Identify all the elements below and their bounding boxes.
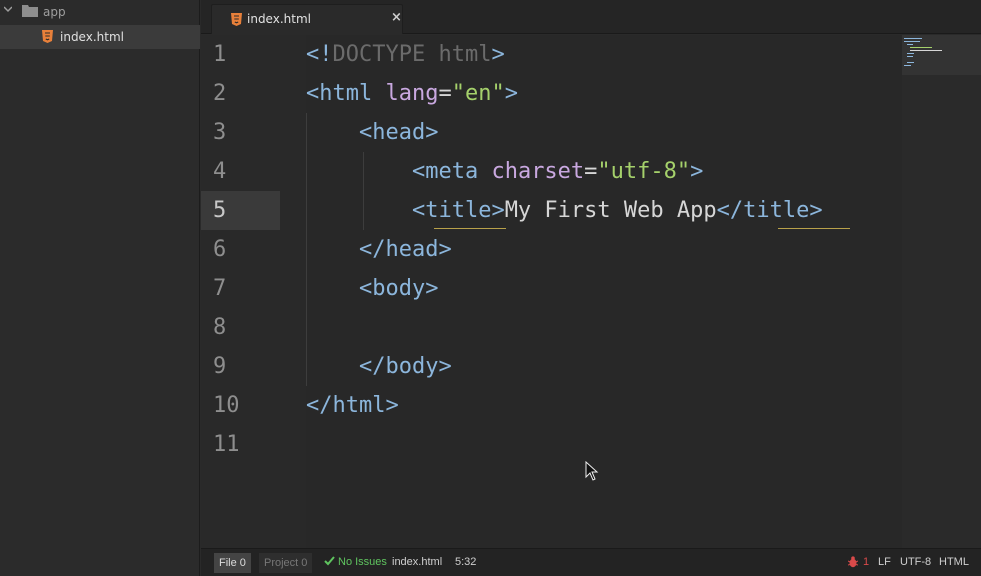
code-editor[interactable]: <!DOCTYPE html> <html lang="en"> <head> <…: [306, 35, 902, 548]
code-token: My First Web App: [504, 198, 717, 223]
code-line[interactable]: <!DOCTYPE html>: [306, 35, 505, 74]
code-token: <!: [306, 42, 333, 67]
minimap-line: [910, 50, 942, 51]
code-token: >: [690, 159, 704, 184]
code-token: >: [504, 81, 518, 106]
code-token: </html>: [306, 393, 399, 418]
folder-label: app: [43, 5, 66, 19]
minimap-line: [904, 41, 920, 42]
code-token: <html: [306, 81, 386, 106]
code-token: <meta: [411, 159, 492, 184]
status-filename[interactable]: index.html: [392, 556, 442, 568]
minimap-line: [904, 38, 922, 39]
tree-file-index-html[interactable]: index.html: [0, 25, 200, 49]
code-line[interactable]: <meta charset="utf-8">: [306, 152, 703, 191]
project-issues-tab[interactable]: Project 0: [259, 553, 313, 573]
file-label: index.html: [60, 30, 124, 44]
code-line[interactable]: </head>: [306, 230, 452, 269]
line-number[interactable]: 10: [201, 386, 306, 425]
linter-status[interactable]: No Issues: [338, 556, 387, 568]
line-number[interactable]: 2: [201, 74, 306, 113]
minimap-line: [907, 56, 913, 57]
line-number[interactable]: 6: [201, 230, 306, 269]
code-line[interactable]: <html lang="en">: [306, 74, 518, 113]
code-token: =: [438, 81, 452, 106]
status-bar: File 0 Project 0 No Issues index.html 5:…: [201, 548, 981, 576]
code-token: </body>: [358, 354, 452, 379]
line-number[interactable]: 8: [201, 308, 306, 347]
minimap[interactable]: [902, 35, 981, 75]
folder-icon: [22, 5, 38, 17]
code-token: </head>: [358, 237, 452, 262]
tab-label: index.html: [247, 12, 311, 26]
encoding-selector[interactable]: UTF-8: [900, 556, 931, 568]
line-number[interactable]: 9: [201, 347, 306, 386]
code-token: "utf-8": [597, 159, 691, 184]
line-number[interactable]: 7: [201, 269, 306, 308]
close-icon[interactable]: ×: [391, 10, 402, 25]
html5-icon: [42, 30, 53, 43]
code-line[interactable]: <body>: [306, 269, 438, 308]
code-token: >: [491, 42, 505, 67]
code-line[interactable]: <title>My First Web App</title>: [306, 191, 823, 230]
check-icon: [324, 556, 335, 566]
code-token: =: [584, 159, 598, 184]
mouse-pointer-icon: [585, 461, 599, 481]
minimap-line: [904, 65, 911, 66]
grammar-selector[interactable]: HTML: [939, 556, 969, 568]
code-token: charset: [491, 159, 585, 184]
line-number-gutter[interactable]: 1 2 3 4 5 6 7 8 9 10 11: [201, 35, 306, 548]
code-token: <title>: [411, 198, 505, 223]
tree-folder-app[interactable]: app: [0, 0, 200, 24]
tab-index-html[interactable]: index.html ×: [211, 4, 403, 34]
code-line[interactable]: <head>: [306, 113, 438, 152]
code-token: <head>: [358, 120, 439, 145]
minimap-line: [907, 53, 914, 54]
line-ending-selector[interactable]: LF: [878, 556, 891, 568]
code-token: </title>: [716, 198, 823, 223]
cursor-position[interactable]: 5:32: [455, 556, 476, 568]
code-token: "en": [451, 81, 505, 106]
line-number[interactable]: 1: [201, 35, 306, 74]
code-line[interactable]: </body>: [306, 347, 452, 386]
minimap-line: [907, 44, 913, 45]
code-token: lang: [385, 81, 439, 106]
line-number[interactable]: 4: [201, 152, 306, 191]
code-token: DOCTYPE html: [332, 42, 492, 67]
line-number[interactable]: 3: [201, 113, 306, 152]
code-token: <body>: [358, 276, 439, 301]
tab-bar: index.html ×: [201, 0, 981, 34]
bug-count: 1: [863, 556, 870, 568]
html5-icon: [231, 13, 242, 26]
chevron-down-icon[interactable]: [4, 5, 12, 13]
line-number[interactable]: 5: [201, 191, 280, 230]
bug-icon[interactable]: [848, 556, 858, 568]
line-number[interactable]: 11: [201, 425, 306, 464]
file-issues-tab[interactable]: File 0: [214, 553, 251, 573]
tree-view: app index.html: [0, 0, 200, 576]
code-line[interactable]: </html>: [306, 386, 399, 425]
minimap-line: [910, 47, 932, 48]
minimap-line: [907, 62, 914, 63]
